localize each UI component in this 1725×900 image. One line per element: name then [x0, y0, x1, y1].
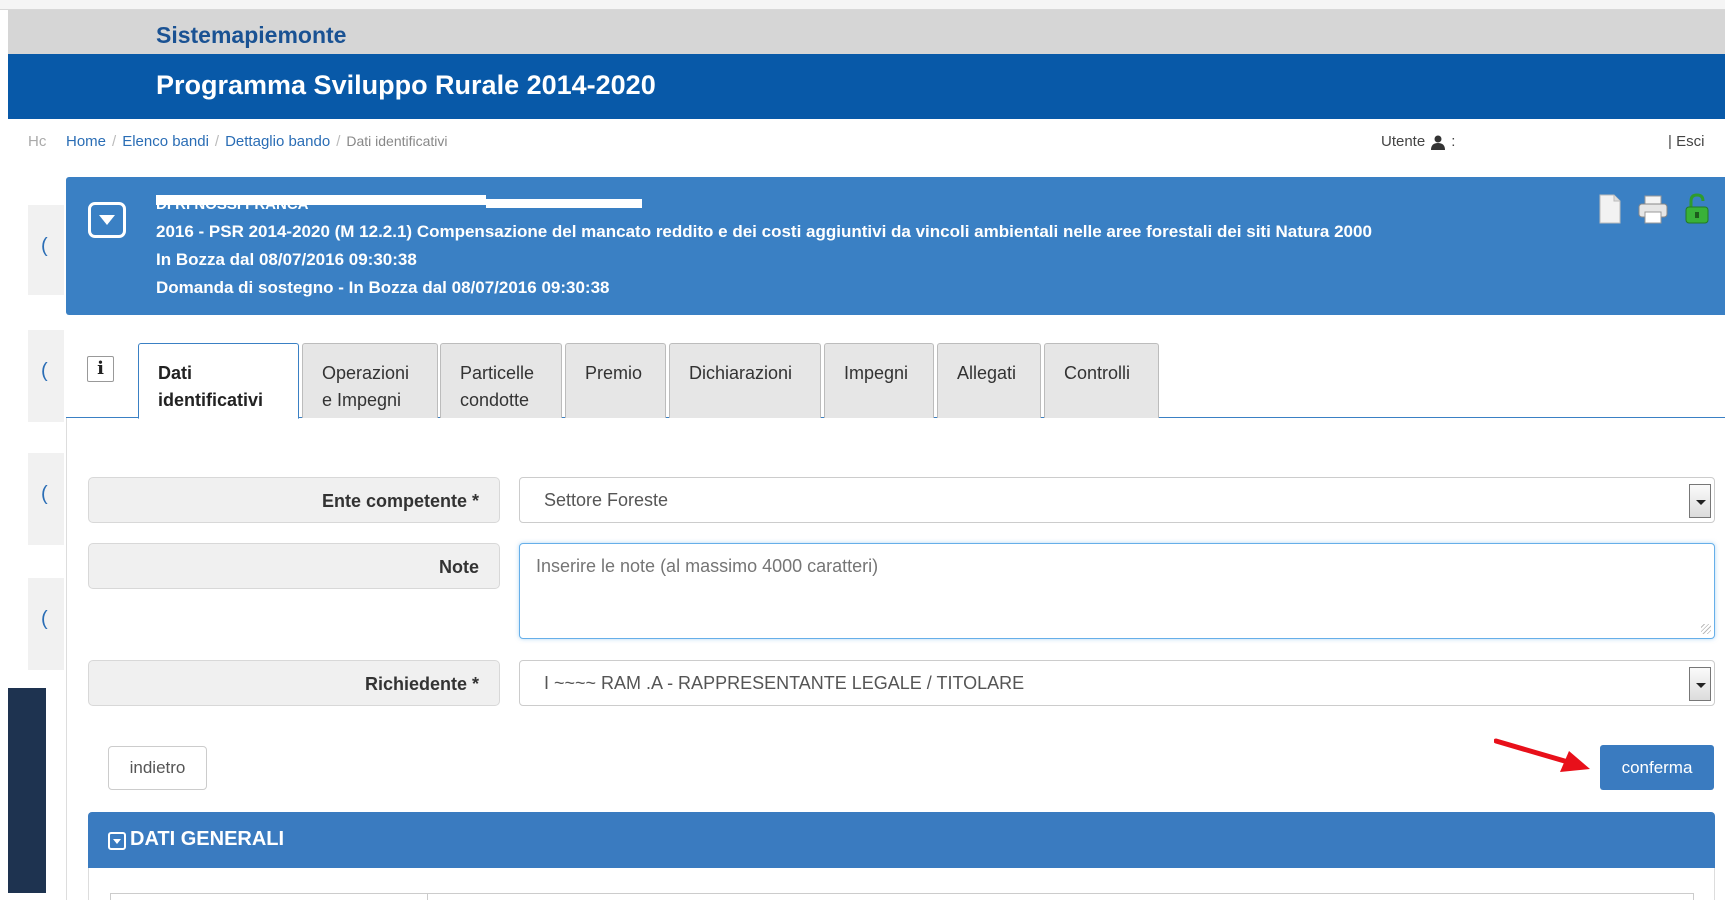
tab-label: Dichiarazioni: [689, 363, 793, 383]
tab-label: Premio: [585, 363, 643, 383]
user-label: Utente: [1381, 133, 1426, 150]
back-button[interactable]: indietro: [108, 746, 207, 790]
ente-competente-label: Ente competente *: [88, 477, 500, 523]
browser-top-strip: [0, 0, 1725, 10]
confirm-button[interactable]: conferma: [1600, 745, 1714, 790]
print-icon[interactable]: [1636, 192, 1670, 226]
user-icon: [1431, 135, 1446, 150]
note-label: Note: [88, 543, 500, 589]
panel-actions: [1592, 192, 1714, 226]
tab-dati-identificativi[interactable]: Dati identificativi: [138, 343, 299, 419]
breadcrumb-elenco-bandi[interactable]: Elenco bandi: [122, 133, 209, 150]
tab-label: Controlli: [1064, 363, 1131, 383]
breadcrumb: Home / Elenco bandi / Dettaglio bando / …: [66, 133, 448, 150]
measure-description: 2016 - PSR 2014-2020 (M 12.2.1) Compensa…: [156, 222, 1372, 241]
truncated-home-link[interactable]: Hc: [28, 133, 46, 150]
chevron-down-icon[interactable]: [1689, 484, 1711, 518]
left-sidebar-dark-panel: [8, 688, 46, 893]
user-info[interactable]: Utente :: [1381, 133, 1481, 150]
tab-label: identificativi: [158, 390, 264, 410]
left-sidebar-tab[interactable]: (: [28, 453, 64, 545]
tab-particelle-condotte[interactable]: Particelle condotte: [440, 343, 562, 418]
tab-allegati[interactable]: Allegati: [937, 343, 1041, 418]
breadcrumb-separator: /: [112, 133, 117, 150]
note-textarea[interactable]: [519, 543, 1715, 639]
application-status: Domanda di sostegno - In Bozza dal 08/07…: [156, 278, 610, 297]
page: Sistemapiemonte Programma Sviluppo Rural…: [0, 0, 1725, 900]
breadcrumb-separator: /: [336, 133, 341, 150]
collapse-toggle-icon[interactable]: [88, 202, 126, 238]
tab-impegni[interactable]: Impegni: [824, 343, 934, 418]
program-header: Programma Sviluppo Rurale 2014-2020: [8, 54, 1725, 119]
tab-dichiarazioni[interactable]: Dichiarazioni: [669, 343, 821, 418]
unlock-icon[interactable]: [1680, 192, 1714, 226]
breadcrumb-separator: /: [214, 133, 220, 150]
richiedente-select[interactable]: I ~~~~ RAM .A - RAPPRESENTANTE LEGALE / …: [519, 660, 1715, 706]
ente-competente-select[interactable]: Settore Foreste: [519, 477, 1715, 523]
document-icon[interactable]: [1592, 192, 1626, 226]
tab-label: Particelle: [460, 363, 535, 383]
richiedente-label: Richiedente *: [88, 660, 500, 706]
redaction-bar: [486, 199, 642, 208]
user-name: :: [1451, 133, 1456, 150]
chevron-down-icon[interactable]: [1689, 667, 1711, 701]
ente-competente-value: Settore Foreste: [544, 490, 669, 510]
tab-label: Impegni: [844, 363, 909, 383]
tab-label: Operazioni: [322, 363, 410, 383]
richiedente-value: I ~~~~ RAM .A - RAPPRESENTANTE LEGALE / …: [544, 673, 1025, 693]
tab-label: condotte: [460, 390, 530, 410]
breadcrumb-home[interactable]: Home: [66, 133, 106, 150]
resize-grip-icon[interactable]: [1701, 624, 1711, 634]
dati-generali-header[interactable]: DATI GENERALI: [88, 812, 1715, 868]
collapse-icon[interactable]: [108, 832, 126, 850]
site-name[interactable]: Sistemapiemonte: [156, 22, 346, 49]
site-header: Sistemapiemonte: [8, 10, 1725, 54]
red-arrow-annotation: [1494, 738, 1590, 772]
info-icon[interactable]: i: [87, 356, 114, 382]
tab-label: e Impegni: [322, 390, 402, 410]
tab-controlli[interactable]: Controlli: [1044, 343, 1159, 418]
program-title: Programma Sviluppo Rurale 2014-2020: [156, 70, 656, 100]
left-sidebar-tab[interactable]: (: [28, 578, 64, 670]
logout-link[interactable]: | Esci: [1668, 133, 1704, 150]
dati-generali-table: [110, 893, 1694, 900]
redaction-bar: [156, 195, 486, 205]
tab-label: Allegati: [957, 363, 1017, 383]
breadcrumb-dettaglio-bando[interactable]: Dettaglio bando: [225, 133, 330, 150]
tab-operazioni-impegni[interactable]: Operazioni e Impegni: [302, 343, 438, 418]
breadcrumb-current: Dati identificativi: [346, 133, 448, 149]
left-sidebar-tab[interactable]: (: [28, 205, 64, 295]
draft-status: In Bozza dal 08/07/2016 09:30:38: [156, 250, 417, 269]
tab-premio[interactable]: Premio: [565, 343, 666, 418]
left-sidebar-tab[interactable]: (: [28, 330, 64, 422]
tab-label: Dati: [158, 363, 193, 383]
section-title: DATI GENERALI: [130, 828, 285, 850]
breadcrumb-row: Hc Home / Elenco bandi / Dettaglio bando…: [0, 130, 1725, 156]
application-info-panel: DI RI NOSSI FRANCA 2016 - PSR 2014-2020 …: [66, 177, 1725, 315]
